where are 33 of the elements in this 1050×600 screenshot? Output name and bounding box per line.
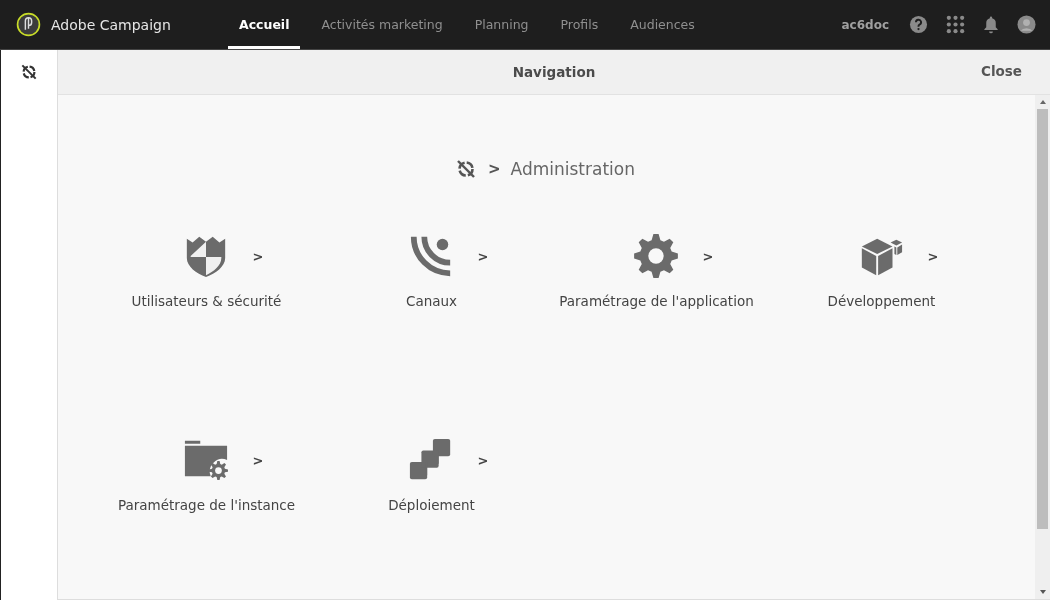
nav-tab[interactable]: Activités marketing — [310, 0, 454, 49]
scroll-down-icon[interactable] — [1039, 590, 1046, 594]
user-name[interactable]: ac6doc — [841, 17, 889, 32]
scroll-up-icon[interactable] — [1039, 100, 1046, 104]
app-name: Adobe Campaign — [51, 16, 171, 33]
gear-icon[interactable] — [632, 233, 679, 279]
breadcrumb-separator: > — [488, 160, 501, 178]
nav-tab[interactable]: Planning — [463, 0, 540, 49]
chevron[interactable]: > — [252, 452, 264, 468]
chevron[interactable]: > — [927, 248, 939, 264]
menu-item-label[interactable]: Canaux — [405, 293, 458, 309]
avatar-icon[interactable] — [1017, 15, 1036, 34]
chevron[interactable]: > — [252, 248, 264, 264]
close-button[interactable]: Close — [981, 63, 1022, 79]
breadcrumb-current: Administration — [510, 159, 635, 179]
nav-tab[interactable]: Profils — [549, 0, 610, 49]
scroll-thumb[interactable] — [1037, 109, 1048, 529]
menu-item-label[interactable]: Utilisateurs & sécurité — [131, 293, 282, 309]
navigation-icon[interactable] — [19, 62, 39, 82]
chevron[interactable]: > — [477, 452, 489, 468]
panel-title: Navigation — [512, 64, 596, 80]
apps-grid-icon[interactable] — [946, 15, 965, 34]
chevron[interactable]: > — [477, 248, 489, 264]
scrollbar[interactable] — [1035, 95, 1050, 599]
menu-item-label[interactable]: Développement — [827, 293, 936, 309]
help-icon[interactable] — [909, 15, 928, 34]
logo-icon[interactable] — [16, 12, 41, 37]
notification-bell-icon[interactable] — [983, 15, 999, 34]
menu-item-label[interactable]: Déploiement — [388, 497, 475, 513]
menu-item-label[interactable]: Paramétrage de l'application — [559, 293, 754, 309]
chevron[interactable]: > — [702, 248, 714, 264]
menu-item-label[interactable]: Paramétrage de l'instance — [117, 497, 296, 513]
nav-tab[interactable]: Audiences — [619, 0, 706, 49]
